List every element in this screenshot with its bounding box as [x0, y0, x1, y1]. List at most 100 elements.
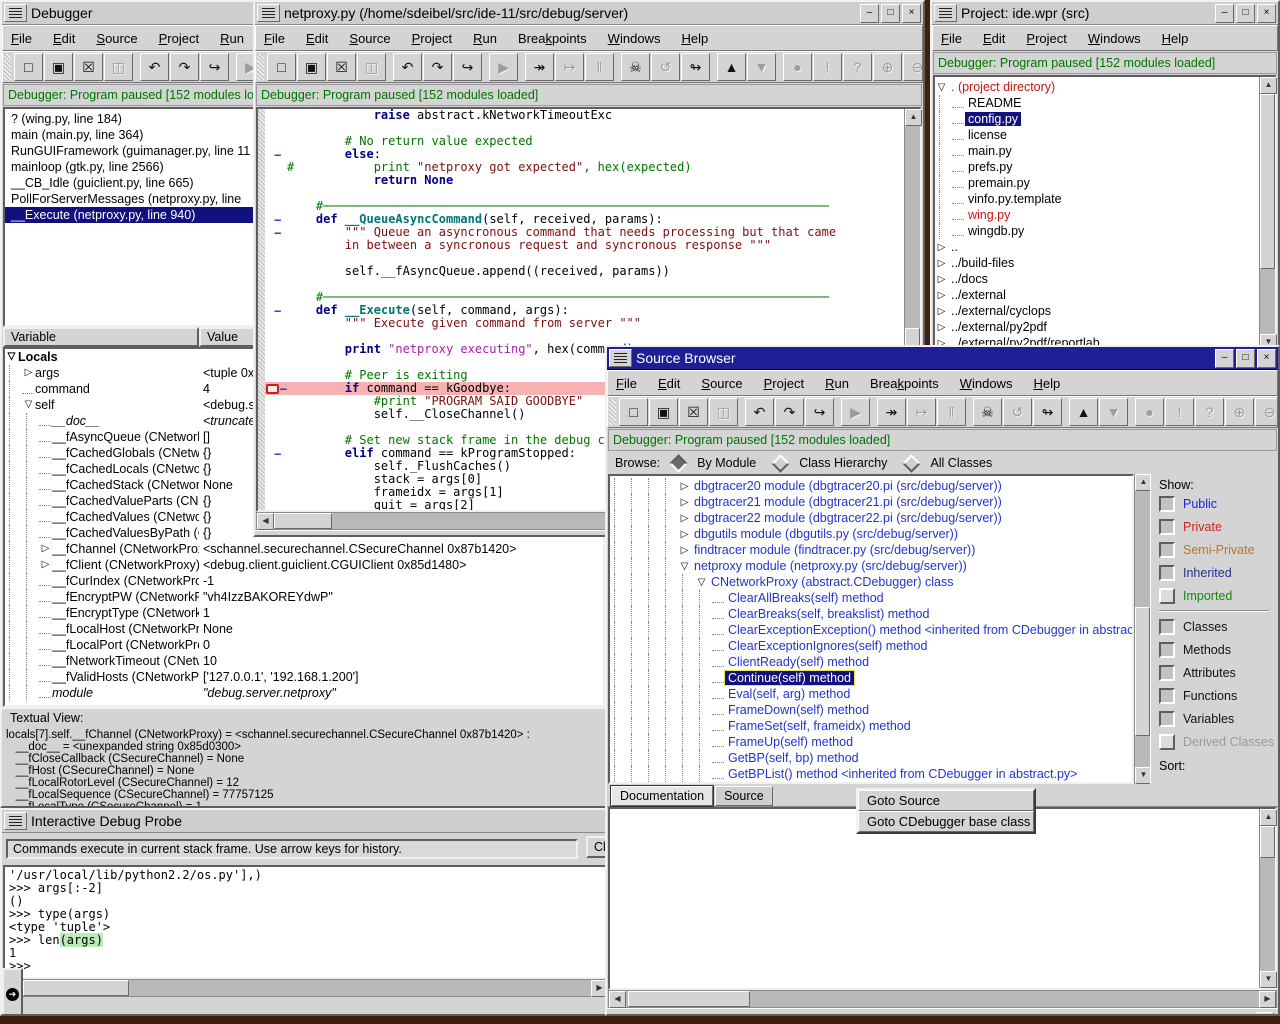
- menu-edit[interactable]: Edit: [983, 31, 1005, 46]
- browser-tree-item[interactable]: GetBP(self, bp) method: [610, 750, 1132, 766]
- close-icon[interactable]: ×: [1257, 349, 1276, 368]
- browser-tree-item[interactable]: ClearAllBreaks(self) method: [610, 590, 1132, 606]
- toolbar-grip[interactable]: [609, 399, 616, 425]
- browser-tree-item[interactable]: ClearExceptionIgnores(self) method: [610, 638, 1132, 654]
- by-module-label[interactable]: By Module: [697, 456, 756, 470]
- kill-debug-button[interactable]: ☠: [621, 53, 650, 81]
- project-tree-item[interactable]: config.py: [935, 111, 1259, 127]
- frame-down-button[interactable]: ▼: [1099, 398, 1128, 426]
- project-tree-item[interactable]: vinfo.py.template: [935, 191, 1259, 207]
- undo-button[interactable]: ↶: [393, 53, 422, 81]
- browser-tree-item[interactable]: ▽netproxy module (netproxy.py (src/debug…: [610, 558, 1132, 574]
- menu-breakpoints[interactable]: Breakpoints: [870, 376, 939, 391]
- browser-tree-item[interactable]: ▷dbgtracer20 module (dbgtracer20.pi (src…: [610, 478, 1132, 494]
- window-menu-icon[interactable]: [934, 4, 957, 22]
- step-into-button[interactable]: ↦: [907, 398, 936, 426]
- panel-dock-handle[interactable]: ➔: [2, 968, 23, 1016]
- save-file-button[interactable]: ◫: [104, 53, 133, 81]
- variable-row[interactable]: __fLocalHost (CNetworkProxy)None: [5, 621, 603, 637]
- breakpoint-icon[interactable]: [266, 384, 279, 394]
- browser-tree-item[interactable]: FrameDown(self) method: [610, 702, 1132, 718]
- browser-tree-item[interactable]: FrameUp(self) method: [610, 734, 1132, 750]
- scroll-thumb[interactable]: [1260, 826, 1275, 858]
- variable-column-header[interactable]: Variable: [3, 327, 199, 347]
- project-tree-item[interactable]: ▷../docs: [935, 271, 1259, 287]
- tree-collapsed-icon[interactable]: ▷: [678, 481, 691, 492]
- probe-titlebar[interactable]: Interactive Debug Probe: [2, 810, 610, 833]
- exception-breakpoint-button[interactable]: !: [813, 53, 842, 81]
- project-tree-item[interactable]: ▷../external: [935, 287, 1259, 303]
- menu-file[interactable]: File: [616, 376, 637, 391]
- menu-windows[interactable]: Windows: [960, 376, 1013, 391]
- close-file-button[interactable]: ☒: [327, 53, 356, 81]
- scroll-thumb[interactable]: [1260, 94, 1275, 269]
- menu-goto-base-class[interactable]: Goto CDebugger base class: [858, 811, 1034, 832]
- step-over-button[interactable]: ↠: [877, 398, 906, 426]
- project-tree-item[interactable]: main.py: [935, 143, 1259, 159]
- browser-tree-item[interactable]: Eval(self, arg) method: [610, 686, 1132, 702]
- variable-row[interactable]: module"debug.server.netproxy": [5, 685, 603, 701]
- menu-breakpoints[interactable]: Breakpoints: [518, 31, 587, 46]
- variable-row[interactable]: __fValidHosts (CNetworkProxy)['127.0.0.1…: [5, 669, 603, 685]
- step-out-button[interactable]: ↬: [681, 53, 710, 81]
- browser-tree-item[interactable]: ClearExceptionException() method <inheri…: [610, 622, 1132, 638]
- redo-button[interactable]: ↷: [423, 53, 452, 81]
- disable-breakpoint-button[interactable]: ⊖: [903, 53, 923, 81]
- methods-checkbox[interactable]: [1159, 642, 1175, 658]
- scroll-down-icon[interactable]: ▼: [1260, 971, 1277, 988]
- enable-breakpoint-button[interactable]: ⊕: [1225, 398, 1254, 426]
- derived-classes-checkbox[interactable]: [1159, 734, 1175, 750]
- project-tree-item[interactable]: ▷../build-files: [935, 255, 1259, 271]
- conditional-breakpoint-button[interactable]: ?: [843, 53, 872, 81]
- variable-row[interactable]: __fEncryptPW (CNetworkProxy)"vh4IzzBAKOR…: [5, 589, 603, 605]
- public-checkbox[interactable]: [1159, 496, 1175, 512]
- variable-row[interactable]: __fNetworkTimeout (CNetworkProxy)10: [5, 653, 603, 669]
- semi-private-checkbox[interactable]: [1159, 542, 1175, 558]
- menu-help[interactable]: Help: [1162, 31, 1189, 46]
- tree-collapsed-icon[interactable]: ▷: [935, 242, 948, 253]
- browser-vscrollbar[interactable]: ▲ ▼: [1134, 474, 1150, 784]
- menu-help[interactable]: Help: [681, 31, 708, 46]
- tree-expanded-icon[interactable]: ▽: [935, 82, 948, 93]
- menu-project[interactable]: Project: [1026, 31, 1067, 46]
- radio-all-classes[interactable]: [903, 454, 921, 472]
- new-file-button[interactable]: □: [619, 398, 648, 426]
- variable-row[interactable]: ▷__fChannel (CNetworkProxy)<schannel.sec…: [5, 541, 603, 557]
- tree-expanded-icon[interactable]: ▽: [695, 577, 708, 588]
- window-menu-icon[interactable]: [257, 4, 280, 22]
- kill-debug-button[interactable]: ☠: [973, 398, 1002, 426]
- browser-tree-item[interactable]: ▷dbgutils module (dbgutils.py (src/debug…: [610, 526, 1132, 542]
- project-vscrollbar[interactable]: ▲ ▼: [1259, 77, 1275, 347]
- menu-project[interactable]: Project: [764, 376, 805, 391]
- documentation-pane[interactable]: [610, 809, 1259, 988]
- private-checkbox[interactable]: [1159, 519, 1175, 535]
- menu-source[interactable]: Source: [96, 31, 137, 46]
- scroll-thumb[interactable]: [274, 513, 332, 529]
- menu-file[interactable]: File: [11, 31, 32, 46]
- close-icon[interactable]: ×: [1257, 4, 1276, 23]
- menu-help[interactable]: Help: [1033, 376, 1060, 391]
- close-icon[interactable]: ×: [902, 4, 921, 23]
- menu-run[interactable]: Run: [220, 31, 244, 46]
- project-tree-item[interactable]: wing.py: [935, 207, 1259, 223]
- probe-console[interactable]: '/usr/local/lib/python2.2/os.py'],)>>> a…: [3, 865, 609, 979]
- class-hierarchy-label[interactable]: Class Hierarchy: [799, 456, 887, 470]
- window-menu-icon[interactable]: [4, 4, 27, 22]
- enable-breakpoint-button[interactable]: ⊕: [873, 53, 902, 81]
- disable-breakpoint-button[interactable]: ⊖: [1255, 398, 1278, 426]
- goto-line-button[interactable]: ↪: [453, 53, 482, 81]
- browser-tree-item[interactable]: FrameSet(self, frameidx) method: [610, 718, 1132, 734]
- scroll-right-icon[interactable]: ▶: [1259, 991, 1276, 1008]
- run-button[interactable]: ▶: [489, 53, 518, 81]
- menu-source[interactable]: Source: [701, 376, 742, 391]
- close-file-button[interactable]: ☒: [679, 398, 708, 426]
- tree-expanded-icon[interactable]: ▽: [5, 349, 18, 365]
- fold-marker[interactable]: −: [274, 306, 281, 316]
- browser-tree-item[interactable]: GetBPList() method <inherited from CDebu…: [610, 766, 1132, 782]
- open-file-button[interactable]: ▣: [649, 398, 678, 426]
- radio-class-hierarchy[interactable]: [772, 454, 790, 472]
- tree-expanded-icon[interactable]: ▽: [22, 397, 35, 413]
- menu-edit[interactable]: Edit: [658, 376, 680, 391]
- minimize-icon[interactable]: –: [1215, 4, 1234, 23]
- menu-windows[interactable]: Windows: [608, 31, 661, 46]
